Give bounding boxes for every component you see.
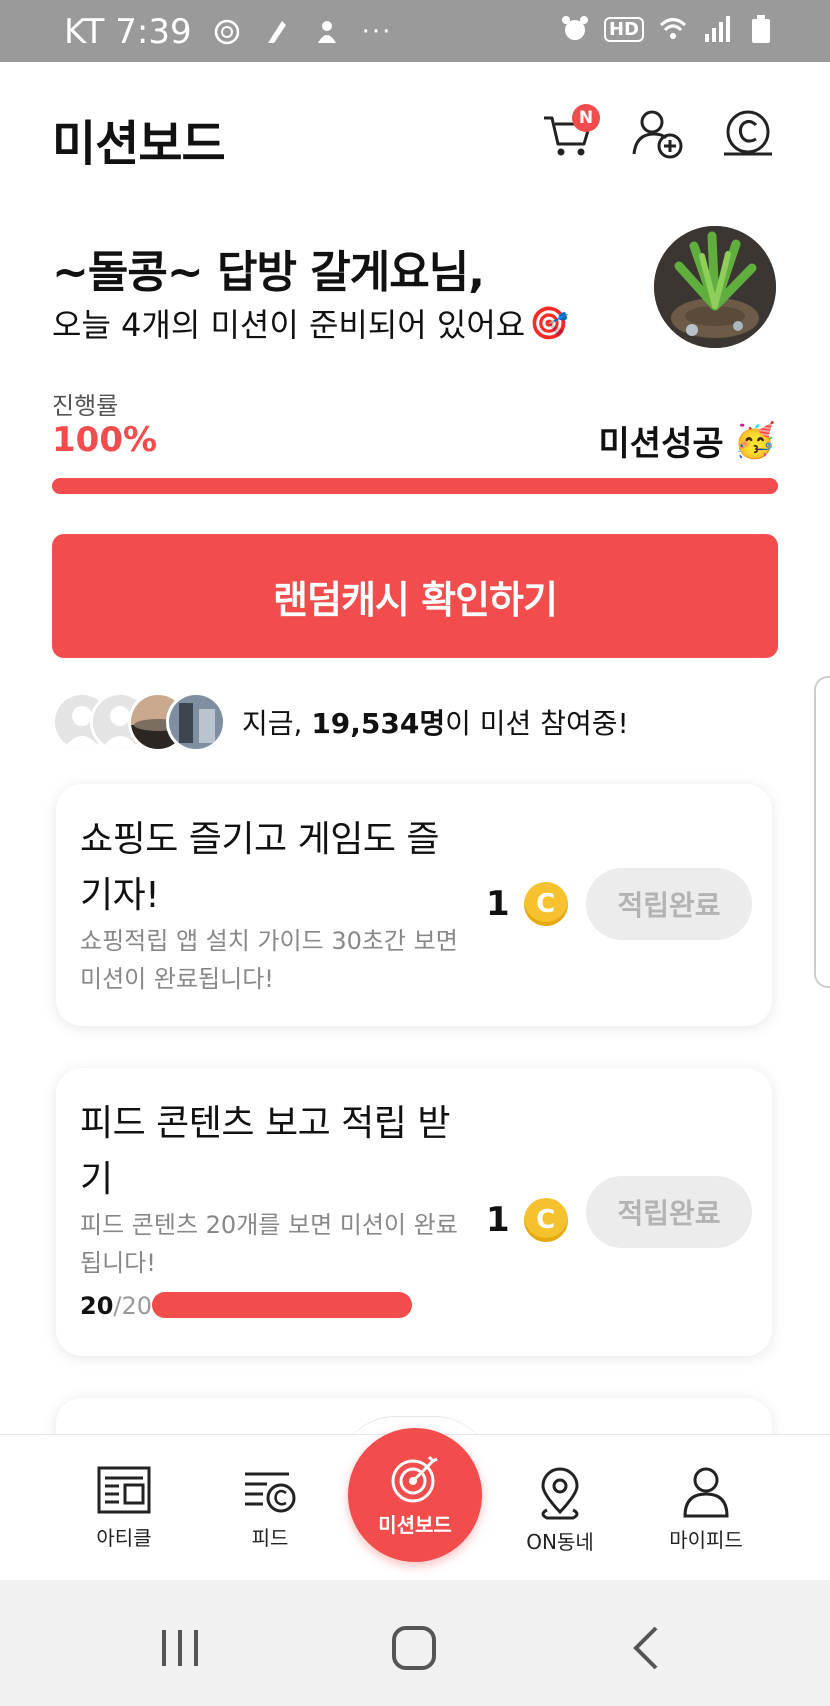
nav-item-mission-board[interactable]: 미션보드 <box>348 1428 482 1562</box>
edge-panel-handle[interactable] <box>814 676 830 988</box>
mission-description: 쇼핑적립 앱 설치 가이드 30초간 보면 미션이 완료됩니다! <box>80 927 458 993</box>
reward-amount: 1 <box>486 884 510 924</box>
mission-count-bar <box>152 1292 412 1318</box>
nav-item-article[interactable]: 아티클 <box>64 1466 184 1551</box>
party-emoji: 🥳 <box>733 420 776 461</box>
feed-icon <box>245 1472 296 1513</box>
photo-avatar-icon <box>169 695 223 749</box>
mission-card[interactable]: 쇼핑도 즐기고 게임도 즐기자! 쇼핑적립 앱 설치 가이드 30초간 보면 미… <box>56 784 772 1026</box>
mission-description: 피드 콘텐츠 20개를 보면 미션이 완료됩니다! <box>80 1211 458 1277</box>
home-icon[interactable] <box>384 1620 444 1676</box>
reward-complete-button[interactable]: 적립완료 <box>586 868 752 940</box>
participants-text: 지금, 19,534명이 미션 참여중! <box>242 702 629 742</box>
app-notification-icon <box>317 21 336 43</box>
nav-item-on-dongne[interactable]: ON동네 <box>500 1466 620 1555</box>
wifi-icon <box>659 18 687 39</box>
cart-new-badge: N <box>572 104 600 132</box>
nav-label: ON동네 <box>526 1530 594 1554</box>
location-pin-icon <box>541 1467 579 1520</box>
participants-suffix: 이 미션 참여중! <box>445 707 629 740</box>
recent-apps-icon[interactable] <box>150 1620 210 1676</box>
nav-label: 피드 <box>251 1526 289 1550</box>
mission-title: 쇼핑도 즐기고 게임도 즐기자! <box>80 819 440 916</box>
coin-icon: C <box>523 882 568 926</box>
participants-row: 지금, 19,534명이 미션 참여중! <box>52 690 629 754</box>
article-icon <box>97 1466 151 1514</box>
cash-coin-icon[interactable] <box>720 106 776 162</box>
progress-value: 100% <box>52 420 158 460</box>
mission-card[interactable]: 피드 콘텐츠 보고 적립 받기 피드 콘텐츠 20개를 보면 미션이 완료됩니다… <box>56 1068 772 1356</box>
nav-item-feed[interactable]: 피드 <box>210 1466 330 1551</box>
progress-bar <box>52 478 778 494</box>
mission-reward: 1 C <box>486 882 568 926</box>
nav-label: 아티클 <box>96 1526 152 1550</box>
progress-label: 진행률 <box>52 392 119 420</box>
carrier-time: KT 7:39 <box>64 12 192 52</box>
nav-label: 미션보드 <box>378 1512 452 1537</box>
status-bar: KT 7:39 ··· HD <box>0 0 830 62</box>
participants-count: 19,534명 <box>311 707 446 740</box>
target-emoji: 🎯 <box>529 304 570 342</box>
mission-success-text: 미션성공 <box>598 424 724 464</box>
plant-photo-icon <box>654 226 776 348</box>
more-notifications: ··· <box>361 17 393 47</box>
battery-icon <box>752 15 770 43</box>
alarm-icon <box>561 16 588 40</box>
count-total: /20 <box>113 1292 153 1320</box>
reward-amount: 1 <box>486 1200 510 1240</box>
mission-reward: 1 C <box>486 1198 568 1242</box>
participants-prefix: 지금, <box>242 707 312 740</box>
hd-badge: HD <box>603 16 644 42</box>
notification-icon <box>214 19 239 45</box>
nav-item-my-feed[interactable]: 마이피드 <box>646 1466 766 1553</box>
signal-icon <box>705 16 730 42</box>
system-navigation <box>0 1580 830 1706</box>
mission-count: 20/20 <box>80 1292 152 1320</box>
person-icon <box>683 1467 729 1518</box>
profile-avatar[interactable] <box>654 226 776 348</box>
count-done: 20 <box>80 1292 114 1320</box>
greeting-subtitle: 오늘 4개의 미션이 준비되어 있어요 🎯 <box>52 300 569 346</box>
app-notification-icon <box>267 21 286 43</box>
reward-complete-button[interactable]: 적립완료 <box>586 1176 752 1248</box>
back-icon[interactable] <box>618 1620 678 1676</box>
greeting-name: ~돌콩~ 답방 갈게요님, <box>52 247 485 298</box>
target-icon <box>391 1455 438 1502</box>
nav-label: 마이피드 <box>669 1528 743 1552</box>
random-cash-button[interactable]: 랜덤캐시 확인하기 <box>52 534 778 658</box>
coin-icon: C <box>523 1198 568 1242</box>
participant-avatar <box>166 692 226 752</box>
greeting-subtitle-text: 오늘 4개의 미션이 준비되어 있어요 <box>52 306 526 344</box>
progress-bar-fill <box>52 478 778 494</box>
mission-title: 피드 콘텐츠 보고 적립 받기 <box>80 1103 450 1200</box>
page-title: 미션보드 <box>52 116 226 172</box>
add-friend-icon[interactable] <box>630 106 686 162</box>
mission-success-status: 미션성공 🥳 <box>599 416 776 465</box>
